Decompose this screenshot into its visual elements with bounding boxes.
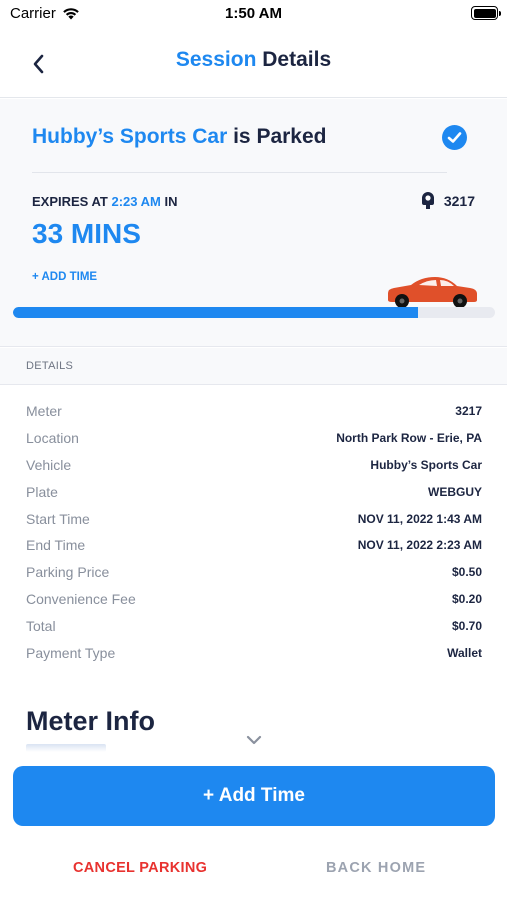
car-icon: [388, 277, 477, 308]
detail-value: Wallet: [447, 646, 482, 661]
card-divider: [32, 172, 447, 173]
back-home-button[interactable]: BACK HOME: [326, 860, 426, 876]
check-circle-icon: [442, 125, 467, 150]
cancel-parking-button[interactable]: CANCEL PARKING: [73, 860, 207, 876]
details-header-label: DETAILS: [26, 360, 74, 372]
expires-info: EXPIRES AT 2:23 AM IN: [32, 194, 177, 209]
detail-label: Convenience Fee: [26, 591, 136, 608]
detail-row: Payment Type Wallet: [0, 640, 507, 667]
detail-label: Meter: [26, 403, 62, 419]
detail-row: Vehicle Hubby’s Sports Car: [0, 452, 507, 479]
detail-value: NOV 11, 2022 1:43 AM: [357, 511, 482, 526]
details-section-header: DETAILS: [0, 348, 507, 385]
expires-time: 2:23 AM: [111, 194, 161, 209]
detail-value: $0.50: [451, 565, 482, 580]
meter-info-heading: Meter Info: [26, 706, 156, 736]
detail-value: $0.70: [451, 619, 482, 634]
detail-label: End Time: [26, 537, 86, 554]
navigation-bar: Session Details: [0, 30, 507, 98]
detail-value: NOV 11, 2022 2:23 AM: [357, 538, 482, 553]
details-list: Meter 3217 Location North Park Row - Erie, …: [0, 398, 507, 667]
detail-row: Start Time NOV 11, 2022 1:43 AM: [0, 506, 507, 533]
status-time: 1:50 AM: [225, 5, 282, 22]
detail-label: Payment Type: [26, 645, 116, 662]
time-remaining: 33 MINS: [32, 218, 141, 249]
meter-info-preview: [26, 744, 106, 752]
time-progress-fill: [13, 307, 419, 318]
detail-row: Location North Park Row - Erie, PA: [0, 425, 507, 452]
battery-icon: [471, 6, 501, 20]
expires-suffix: IN: [160, 194, 178, 209]
vehicle-name: Hubby’s Sports Car: [32, 125, 228, 148]
detail-label: Vehicle: [26, 456, 72, 473]
add-time-link[interactable]: + ADD TIME: [32, 271, 97, 283]
detail-row: Meter 3217: [0, 398, 507, 425]
detail-value: 3217: [455, 404, 482, 418]
detail-value: Hubby’s Sports Car: [370, 457, 482, 472]
meter-badge: 3217: [421, 192, 475, 210]
detail-value: $0.20: [451, 592, 482, 607]
detail-label: Parking Price: [26, 564, 110, 581]
chevron-down-icon[interactable]: [244, 732, 264, 748]
detail-row: Total $0.70: [0, 613, 507, 640]
expires-prefix: EXPIRES AT: [32, 194, 112, 209]
page-title-rest: Details: [256, 48, 332, 71]
detail-value: North Park Row - Erie, PA: [336, 430, 482, 445]
add-time-button[interactable]: + Add Time: [13, 766, 495, 826]
detail-row: Plate WEBGUY: [0, 479, 507, 506]
page-title-accent: Session: [175, 48, 257, 71]
parking-meter-icon: [421, 192, 434, 209]
status-bar: Carrier 1:50 AM: [0, 0, 507, 28]
parked-status: Hubby’s Sports Car is Parked: [32, 125, 327, 149]
meter-number: 3217: [443, 193, 475, 209]
detail-label: Location: [26, 429, 79, 446]
detail-label: Total: [26, 618, 56, 635]
page-title: Session Details: [0, 48, 507, 72]
detail-value: WEBGUY: [428, 484, 482, 499]
detail-label: Start Time: [26, 510, 90, 527]
time-progress-bar: [13, 307, 495, 318]
detail-row: End Time NOV 11, 2022 2:23 AM: [0, 532, 507, 559]
detail-row: Parking Price $0.50: [0, 559, 507, 586]
session-status-card: Hubby’s Sports Car is Parked EXPIRES AT …: [0, 99, 507, 347]
detail-row: Convenience Fee $0.20: [0, 586, 507, 613]
detail-label: Plate: [26, 483, 58, 500]
parked-suffix: is Parked: [227, 125, 327, 148]
